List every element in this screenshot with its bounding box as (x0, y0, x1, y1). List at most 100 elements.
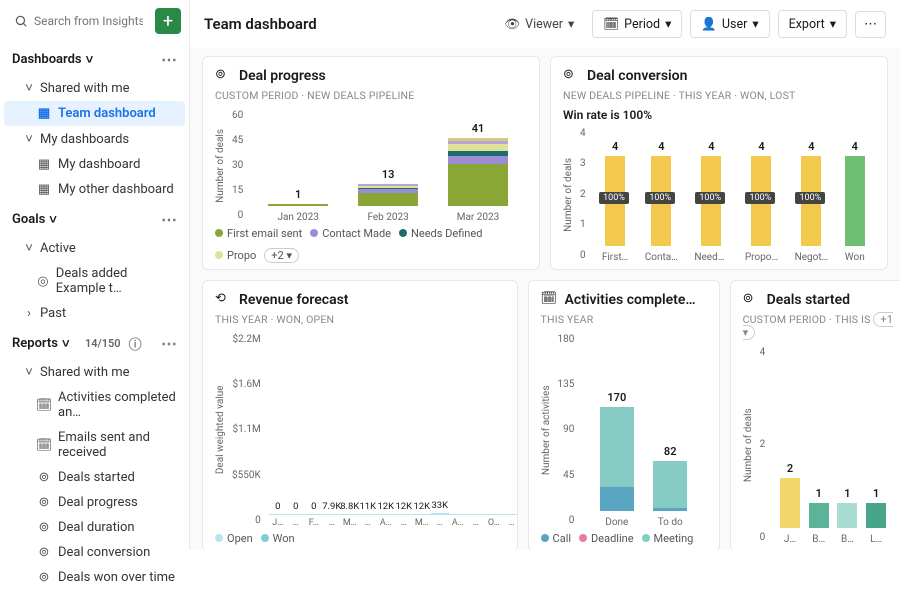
card-subtitle: NEW DEALS PIPELINE · THIS YEAR · WON, LO… (563, 89, 875, 102)
card-subtitle: CUSTOM PERIOD · NEW DEALS PIPELINE (215, 89, 527, 102)
search-box[interactable] (8, 10, 149, 32)
card-deal-progress: ⊚Deal progress CUSTOM PERIOD · NEW DEALS… (202, 56, 540, 270)
y-axis-label: Number of activities (541, 332, 552, 528)
group-shared-with-me[interactable]: ˅Shared with me (4, 75, 185, 101)
eye-icon: 👁 (504, 17, 520, 32)
chevron-down-icon: ˅ (24, 240, 34, 256)
chevron-down-icon: ▾ (568, 16, 574, 32)
chart-plot: 2J…1B…1B…1L… (771, 345, 895, 545)
y-axis-label: Number of deals (215, 108, 226, 223)
target-icon: ◎ (36, 274, 50, 289)
sidebar-item-deal-progress[interactable]: ⊚Deal progress (4, 490, 185, 515)
chart-legend: Call Deadline Meeting (541, 532, 707, 545)
card-subtitle: THIS YEAR · WON, OPEN (215, 313, 505, 326)
y-ticks: 604530150 (230, 108, 245, 223)
add-button[interactable]: + (155, 8, 181, 34)
card-subtitle: THIS YEAR (541, 313, 707, 326)
calendar-icon: 🗓 (603, 17, 619, 32)
user-dropdown[interactable]: 👤User▾ (690, 10, 769, 38)
card-title: Deals started (767, 292, 850, 308)
sidebar-item-deals-added[interactable]: ◎Deals added Example t… (4, 261, 185, 301)
group-my-dashboards[interactable]: ˅My dashboards (4, 126, 185, 152)
refresh-coin-icon: ⟲ (215, 291, 233, 309)
more-button[interactable]: ⋯ (855, 11, 886, 38)
coin-icon: ⊚ (215, 67, 233, 85)
sidebar-item-my-other-dashboard[interactable]: ▦My other dashboard (4, 177, 185, 202)
legend-more[interactable]: +2 ▾ (264, 248, 299, 263)
card-title: Revenue forecast (239, 292, 349, 308)
coin-icon: ⊚ (36, 545, 52, 560)
group-active[interactable]: ˅Active (4, 235, 185, 261)
card-deals-started: ⊚Deals started CUSTOM PERIOD · THIS IS +… (730, 280, 900, 550)
more-icon[interactable]: ⋯ (161, 50, 177, 69)
chart-legend: First email sent Contact Made Needs Defi… (215, 227, 527, 263)
sidebar-item-deal-conversion[interactable]: ⊚Deal conversion (4, 540, 185, 565)
grid-icon: ▦ (36, 106, 52, 121)
calendar-icon: 🗓 (541, 291, 559, 309)
card-revenue-forecast: ⟲Revenue forecast THIS YEAR · WON, OPEN … (202, 280, 518, 550)
y-axis-label: Deal weighted value (215, 332, 226, 528)
chevron-down-icon: ˅ (49, 212, 57, 228)
export-button[interactable]: Export▾ (778, 10, 847, 38)
topbar: Team dashboard 👁Viewer▾ 🗓Period▾ 👤User▾ … (190, 0, 900, 48)
card-title: Activities complete… (565, 292, 696, 308)
chevron-down-icon: ▾ (665, 16, 671, 32)
sidebar-item-activities[interactable]: 🗓Activities completed an… (4, 385, 185, 425)
sidebar-item-deal-duration[interactable]: ⊚Deal duration (4, 515, 185, 540)
search-input[interactable] (34, 14, 143, 28)
sidebar-item-deals-started[interactable]: ⊚Deals started (4, 465, 185, 490)
main: Team dashboard 👁Viewer▾ 🗓Period▾ 👤User▾ … (190, 0, 900, 550)
chevron-right-icon: › (24, 306, 34, 321)
group-reports-shared[interactable]: ˅Shared with me (4, 359, 185, 385)
user-icon: 👤 (701, 17, 717, 32)
y-ticks: 43210 (578, 126, 588, 263)
y-ticks: 18013590450 (556, 332, 577, 528)
y-ticks: 420 (758, 345, 768, 545)
y-axis-label: Number of deals (563, 126, 574, 263)
card-deal-conversion: ⊚ Deal conversion NEW DEALS PIPELINE · TH… (550, 56, 888, 270)
y-ticks: $2.2M$1.6M$1.1M$550K0 (230, 332, 263, 528)
chart-plot: 1Jan 202313Feb 202341Mar 2023 (249, 108, 527, 223)
chart-plot: 170Done82To do (580, 332, 706, 528)
section-goals[interactable]: Goals ˅ ⋯ (4, 202, 185, 235)
period-dropdown[interactable]: 🗓Period▾ (592, 10, 682, 38)
calendar-icon: 🗓 (36, 438, 52, 453)
viewer-dropdown[interactable]: 👁Viewer▾ (494, 11, 584, 37)
group-past[interactable]: ›Past (4, 301, 185, 326)
chevron-down-icon: ▾ (752, 16, 758, 32)
coin-icon: ⊚ (36, 570, 52, 585)
chevron-down-icon: ▾ (830, 16, 836, 32)
coin-icon: ⊚ (36, 495, 52, 510)
section-reports[interactable]: Reports ˅ 14/150 ⓘ ⋯ (4, 326, 185, 359)
report-count: 14/150 (85, 337, 121, 350)
more-icon[interactable]: ⋯ (161, 210, 177, 229)
headline: Win rate is 100% (563, 108, 875, 122)
coin-icon: ⊚ (563, 67, 581, 85)
chevron-down-icon: ˅ (24, 131, 34, 147)
search-icon (14, 14, 28, 28)
chart-plot: 0J…0…0F…7.9K…8.8KM…11K…12KA…12K…12KM…33K… (267, 332, 505, 528)
more-icon[interactable]: ⋯ (161, 334, 177, 353)
chevron-down-icon: ˅ (62, 336, 70, 352)
grid-icon: ▦ (36, 157, 52, 172)
info-icon[interactable]: ⓘ (129, 334, 142, 353)
page-title: Team dashboard (204, 15, 486, 33)
coin-icon: ⊚ (743, 291, 761, 309)
sidebar: + Dashboards ˅ ⋯ ˅Shared with me ▦Team d… (0, 0, 190, 550)
section-dashboards[interactable]: Dashboards ˅ ⋯ (4, 42, 185, 75)
sidebar-item-deals-won[interactable]: ⊚Deals won over time (4, 565, 185, 590)
chart-plot: 4100%First…4100%Conta…4100%Needs…4100%Pr… (592, 126, 875, 263)
card-title: Deal conversion (587, 68, 687, 84)
chevron-down-icon: ˅ (86, 52, 94, 68)
sidebar-item-team-dashboard[interactable]: ▦Team dashboard (4, 101, 185, 126)
calendar-icon: 🗓 (36, 398, 52, 413)
sidebar-item-emails[interactable]: 🗓Emails sent and received (4, 425, 185, 465)
coin-icon: ⊚ (36, 470, 52, 485)
grid-icon: ▦ (36, 182, 52, 197)
y-axis-label: Number of deals (743, 345, 754, 545)
chevron-down-icon: ˅ (24, 364, 34, 380)
card-activities: 🗓 Activities complete… THIS YEAR Number o… (528, 280, 720, 550)
chevron-down-icon: ˅ (24, 80, 34, 96)
coin-icon: ⊚ (36, 520, 52, 535)
sidebar-item-my-dashboard[interactable]: ▦My dashboard (4, 152, 185, 177)
